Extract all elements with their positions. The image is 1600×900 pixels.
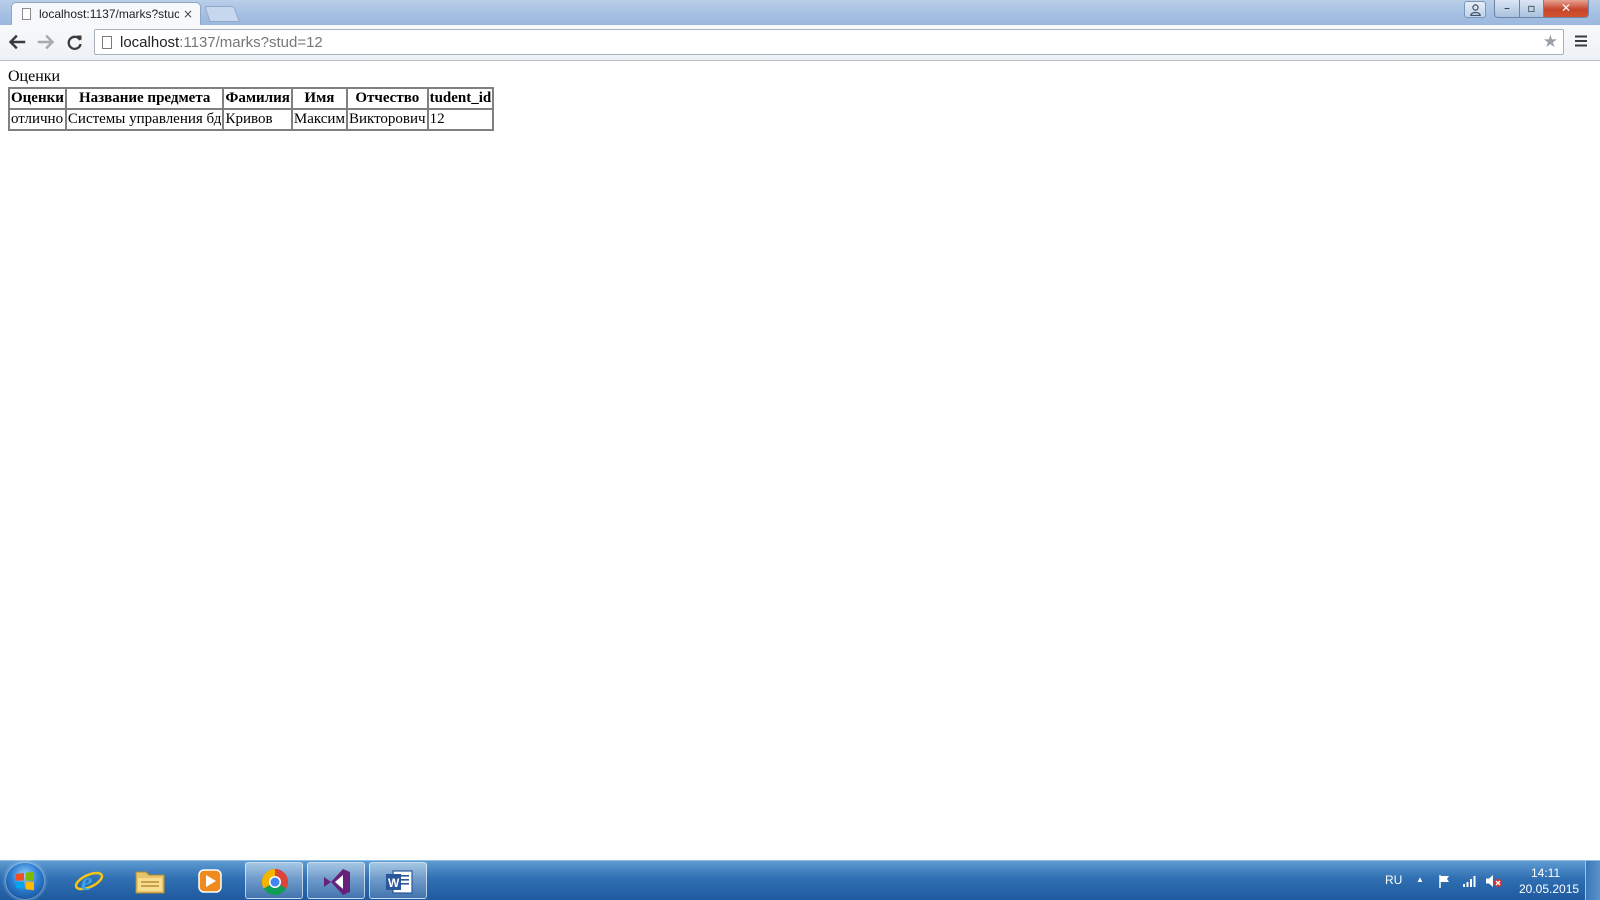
cell-mark: отлично <box>9 109 66 130</box>
tray-overflow-arrow-icon[interactable]: ▲ <box>1416 875 1424 884</box>
cell-subject: Системы управления бд <box>65 109 224 130</box>
forward-button[interactable] <box>34 31 58 53</box>
start-button[interactable] <box>6 863 44 899</box>
new-tab-button[interactable] <box>204 6 240 22</box>
media-player-icon <box>198 869 222 893</box>
windows-logo-icon <box>16 871 34 891</box>
column-header-surname: Фамилия <box>223 88 292 109</box>
reload-button[interactable] <box>63 31 87 53</box>
column-header-name: Имя <box>291 88 347 109</box>
column-header-mark: Оценки <box>9 88 66 109</box>
forward-arrow-icon <box>37 34 55 50</box>
browser-toolbar: localhost:1137/marks?stud=12 ★ <box>0 25 1600 61</box>
network-signal-icon[interactable] <box>1462 873 1478 889</box>
page-favicon-icon <box>22 8 31 20</box>
folder-icon <box>135 871 165 894</box>
bookmark-star-icon[interactable]: ★ <box>1543 32 1558 52</box>
tab-title: localhost:1137/marks?stuc <box>39 7 179 21</box>
address-bar[interactable]: localhost:1137/marks?stud=12 ★ <box>94 29 1564 55</box>
browser-tab-strip: localhost:1137/marks?stuc × – ▫ ✕ <box>0 0 1600 25</box>
desktop-screen: localhost:1137/marks?stuc × – ▫ ✕ localh… <box>0 0 1600 900</box>
volume-muted-icon[interactable] <box>1485 873 1503 889</box>
url-path: :1137/marks?stud=12 <box>179 34 323 51</box>
word-icon: W <box>386 870 413 894</box>
chrome-icon <box>261 868 288 896</box>
internet-explorer-icon: e <box>74 867 104 896</box>
browser-tab-active[interactable]: localhost:1137/marks?stuc × <box>11 2 201 25</box>
svg-text:e: e <box>81 867 93 896</box>
user-icon <box>1470 4 1481 16</box>
clock-time[interactable]: 14:11 <box>1531 866 1560 880</box>
column-header-student-id: tudent_id <box>427 88 494 109</box>
window-maximize-button[interactable]: ▫ <box>1519 0 1544 18</box>
table-row: отлично Системы управления бд Кривов Мак… <box>9 109 494 130</box>
tab-close-icon[interactable]: × <box>183 6 193 22</box>
action-center-flag-icon[interactable] <box>1437 873 1453 889</box>
url-host: localhost <box>120 34 180 51</box>
cell-patronymic: Викторович <box>346 109 428 130</box>
svg-text:W: W <box>388 876 400 890</box>
back-arrow-icon <box>8 34 26 50</box>
address-url[interactable]: localhost:1137/marks?stud=12 <box>120 34 323 51</box>
taskbar-file-explorer[interactable] <box>121 862 179 899</box>
cell-student-id: 12 <box>427 109 494 130</box>
profile-button[interactable] <box>1464 1 1486 18</box>
taskbar-internet-explorer[interactable]: e <box>60 862 118 899</box>
hamburger-menu-icon <box>1575 35 1587 47</box>
marks-table: Оценки Название предмета Фамилия Имя Отч… <box>8 87 495 131</box>
column-header-subject: Название предмета <box>65 88 224 109</box>
windows-taskbar: e W RU ▲ 14:11 20.05.2015 <box>0 860 1600 900</box>
reload-icon <box>67 35 82 50</box>
visual-studio-icon <box>324 869 350 895</box>
browser-menu-button[interactable] <box>1574 33 1592 51</box>
taskbar-visual-studio[interactable] <box>307 862 365 899</box>
column-header-patronymic: Отчество <box>346 88 428 109</box>
page-icon <box>102 36 112 49</box>
back-button[interactable] <box>5 31 29 53</box>
cell-surname: Кривов <box>223 109 292 130</box>
page-title: Оценки <box>8 68 61 85</box>
show-desktop-button[interactable] <box>1585 861 1600 900</box>
table-header-row: Оценки Название предмета Фамилия Имя Отч… <box>9 88 494 109</box>
page-viewport: Оценки Оценки Название предмета Фамилия … <box>0 61 1600 860</box>
window-close-button[interactable]: ✕ <box>1543 0 1589 18</box>
cell-name: Максим <box>291 109 347 130</box>
taskbar-word[interactable]: W <box>369 862 427 899</box>
taskbar-media-player[interactable] <box>181 862 239 899</box>
language-indicator[interactable]: RU <box>1385 873 1402 887</box>
clock-date[interactable]: 20.05.2015 <box>1519 882 1579 896</box>
taskbar-chrome[interactable] <box>245 862 303 899</box>
window-minimize-button[interactable]: – <box>1494 0 1520 18</box>
